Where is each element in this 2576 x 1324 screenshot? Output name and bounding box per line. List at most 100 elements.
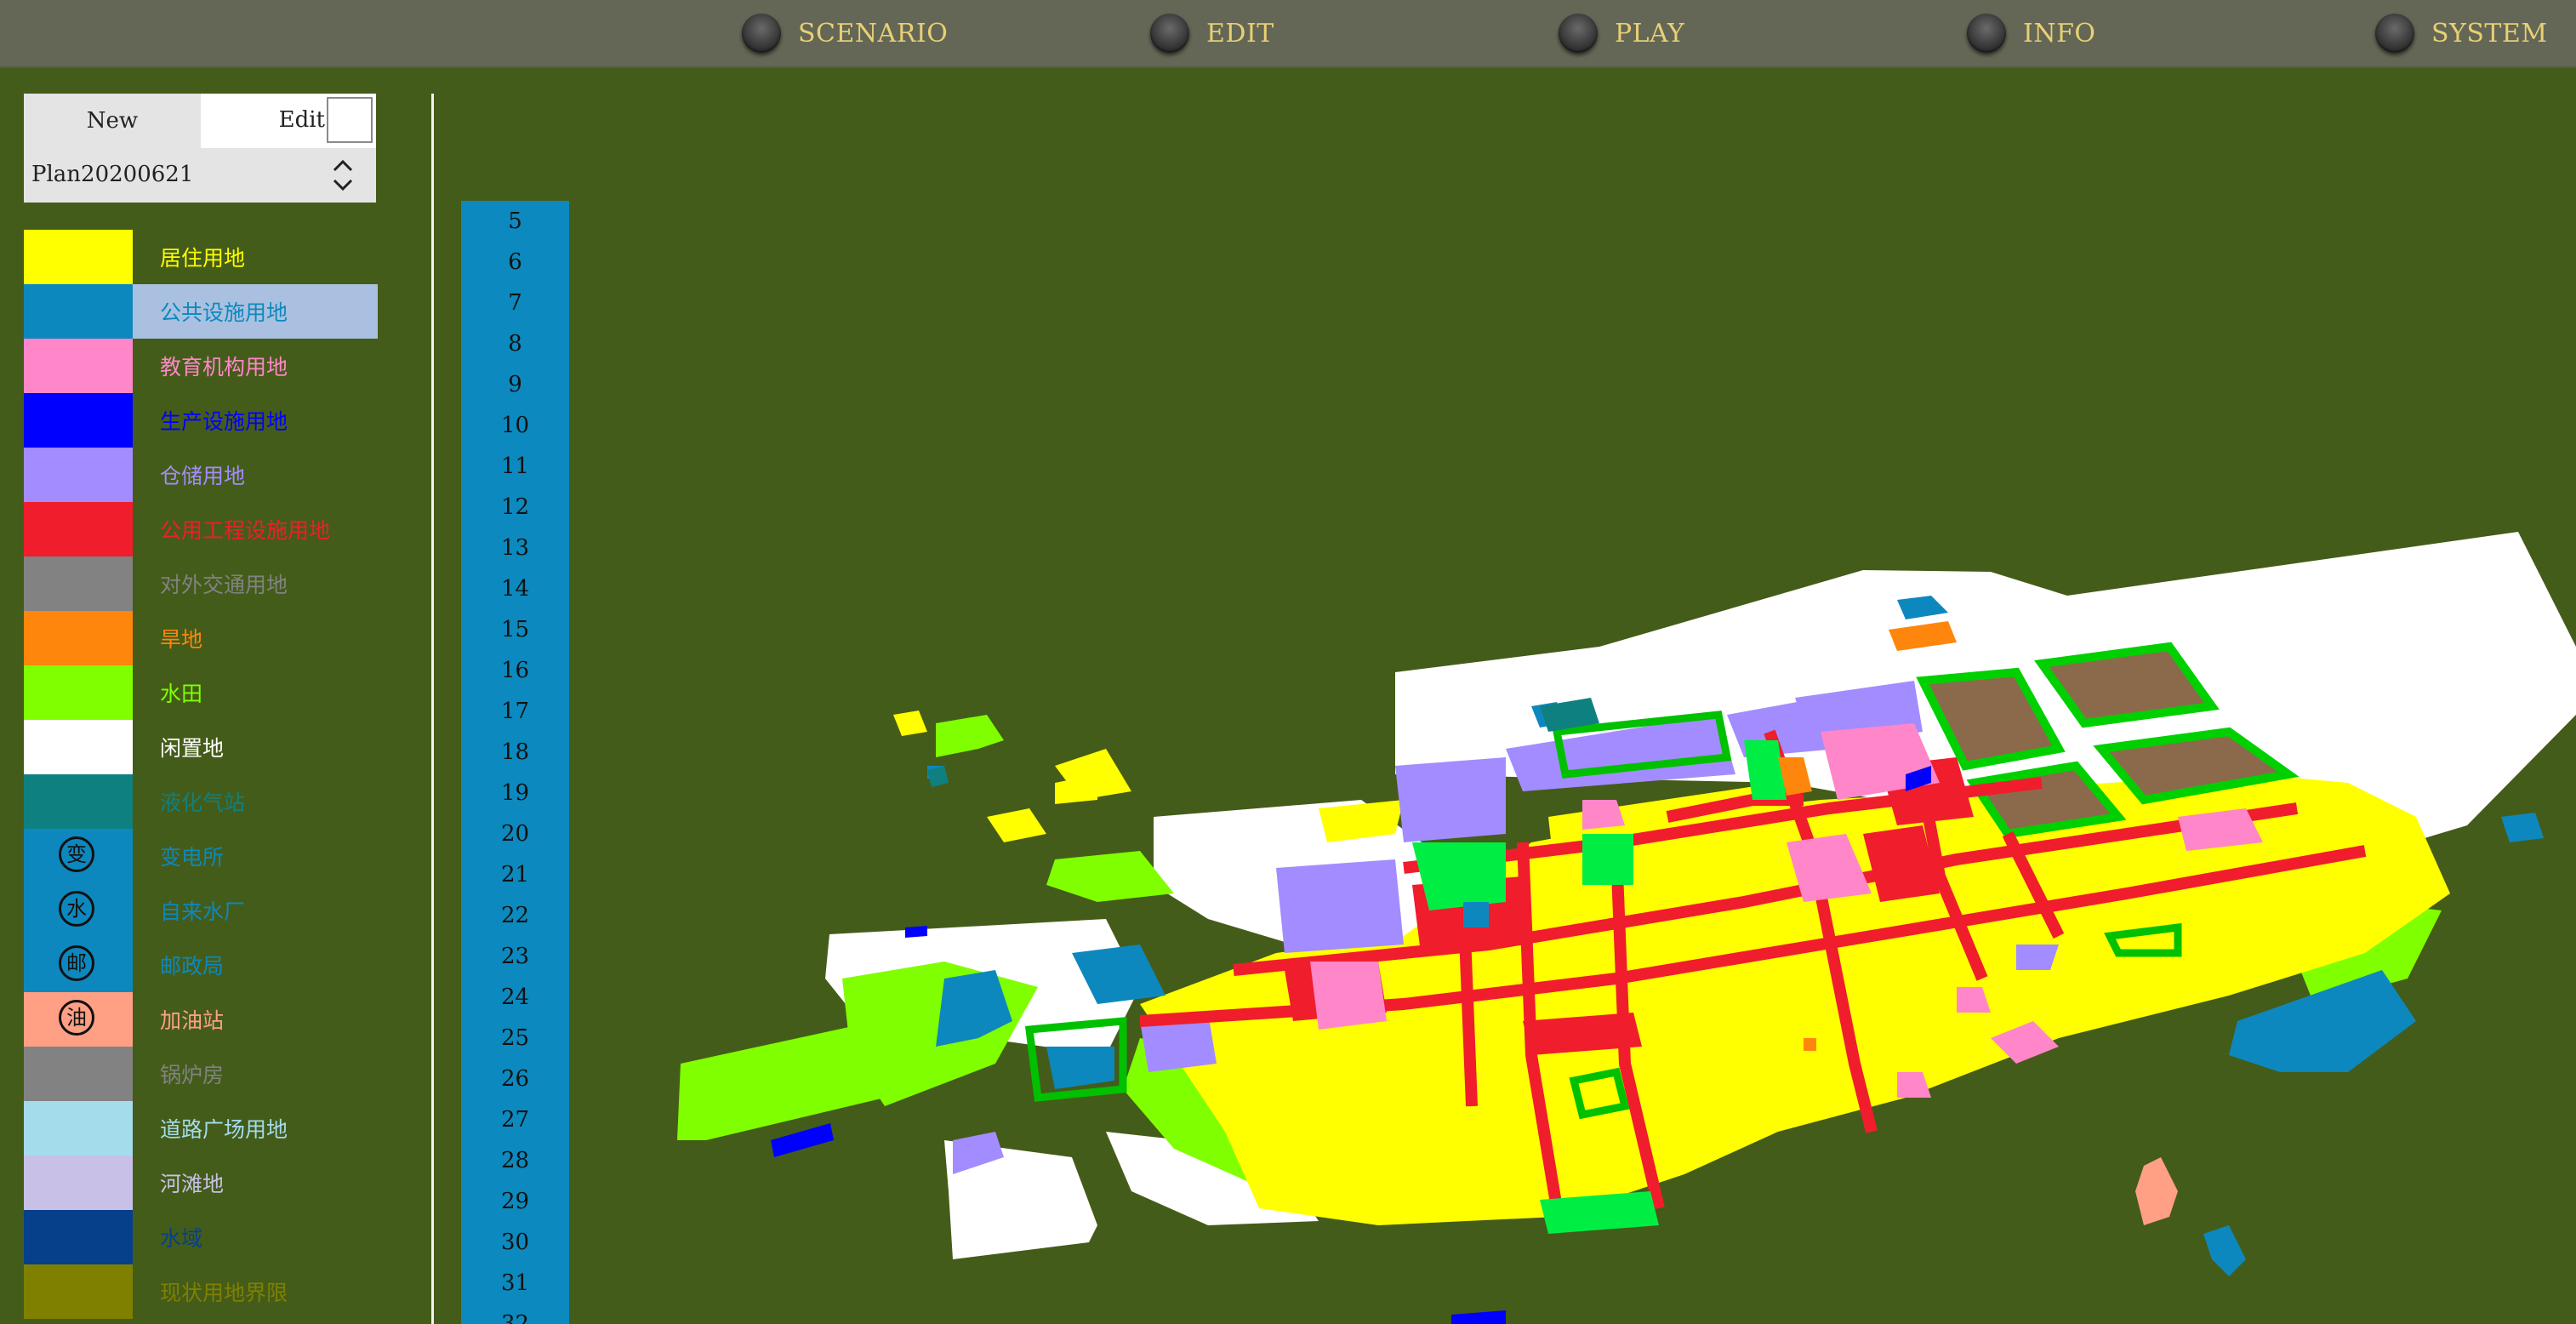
legend-label: 自来水厂 [160,899,246,924]
legend-item[interactable]: 邮 邮政局 [24,938,378,992]
ruler-row-number[interactable]: 18 [461,732,569,773]
ruler-row-number[interactable]: 13 [461,528,569,568]
legend-item[interactable]: 水 自来水厂 [24,883,378,938]
up-down-chevron-icon[interactable] [330,157,356,194]
ruler-row-number[interactable]: 17 [461,691,569,732]
ruler-row-number[interactable]: 7 [461,282,569,323]
ruler-row-number[interactable]: 28 [461,1140,569,1181]
legend-item[interactable]: 水域 [24,1210,378,1264]
ruler-row-number[interactable]: 20 [461,813,569,854]
edit-checkbox[interactable] [327,97,373,143]
legend-label: 河滩地 [160,1172,225,1196]
legend-item[interactable]: 油 加油站 [24,992,378,1047]
gas-station-layer [2135,1157,2178,1225]
legend-item[interactable]: 闲置地 [24,720,378,774]
ruler-row-number[interactable]: 16 [461,650,569,691]
land-use-map-view[interactable] [596,68,2576,1324]
legend-label: 旱地 [160,627,203,652]
edit-plan-button[interactable]: Edit [201,94,376,148]
legend-item[interactable]: 对外交通用地 [24,556,378,611]
legend-item[interactable]: 仓储用地 [24,448,378,502]
ruler-row-number[interactable]: 15 [461,609,569,650]
ruler-row-number[interactable]: 26 [461,1059,569,1099]
menu-play-label: PLAY [1615,18,1685,49]
legend-item[interactable]: 教育机构用地 [24,339,378,393]
legend-label: 锅炉房 [160,1063,225,1087]
legend-label: 公共设施用地 [160,300,288,325]
ruler-row-number[interactable]: 14 [461,568,569,609]
menu-info[interactable]: INFO [1967,0,2096,66]
menu-scenario-label: SCENARIO [798,18,949,49]
ruler-row-number[interactable]: 21 [461,854,569,895]
legend-label: 液化气站 [160,790,246,815]
legend-label: 水域 [160,1226,203,1251]
plan-selector[interactable]: Plan20200621 [24,148,376,203]
legend-item[interactable]: 河滩地 [24,1156,378,1210]
legend-label: 公用工程设施用地 [160,518,331,543]
legend-label: 居住用地 [160,246,246,271]
ruler-row-number[interactable]: 22 [461,895,569,936]
edit-plan-label: Edit [278,107,325,133]
legend-item[interactable]: 现状用地界限 [24,1264,378,1319]
ruler-row-number[interactable]: 29 [461,1181,569,1222]
menu-system[interactable]: SYSTEM [2375,0,2548,66]
legend-swatch [24,502,133,556]
menu-edit-label: EDIT [1206,18,1274,49]
ruler-row-number[interactable]: 9 [461,364,569,405]
ruler-row-number[interactable]: 30 [461,1222,569,1263]
legend-item[interactable]: 公共设施用地 [24,284,378,339]
legend-item[interactable]: 居住用地 [24,230,378,284]
legend-swatch [24,1101,133,1156]
ruler-row-number[interactable]: 23 [461,936,569,977]
legend-item[interactable]: 生产设施用地 [24,393,378,448]
menu-play[interactable]: PLAY [1559,0,1684,66]
legend-item[interactable]: 道路广场用地 [24,1101,378,1156]
legend-swatch [24,448,133,502]
menu-knob-icon [1967,14,2006,53]
plan-controls: New Edit Plan20200621 [24,94,376,203]
legend-label: 加油站 [160,1008,225,1033]
legend-item[interactable]: 水田 [24,665,378,720]
legend-label: 对外交通用地 [160,573,288,597]
ruler-row-number[interactable]: 12 [461,487,569,528]
ruler-row-number[interactable]: 11 [461,446,569,487]
legend-label: 变电所 [160,845,225,870]
legend-label: 道路广场用地 [160,1117,288,1142]
ruler-row-number[interactable]: 8 [461,323,569,364]
ruler-row-number[interactable]: 6 [461,242,569,282]
legend-item[interactable]: 旱地 [24,611,378,665]
legend-swatch: 变 [24,829,133,883]
legend-swatch [24,720,133,774]
ruler-row-number[interactable]: 10 [461,405,569,446]
menu-knob-icon [2375,14,2414,53]
menu-system-label: SYSTEM [2431,18,2548,49]
legend-item[interactable]: 液化气站 [24,774,378,829]
legend-swatch: 油 [24,992,133,1047]
facility-glyph-icon: 水 [59,891,94,927]
ruler-row-number[interactable]: 5 [461,201,569,242]
facility-glyph-icon: 变 [59,836,94,872]
legend-swatch [24,774,133,829]
legend-label: 教育机构用地 [160,355,288,380]
legend-swatch [24,556,133,611]
menu-knob-icon [1150,14,1189,53]
menu-knob-icon [1559,14,1598,53]
legend-item[interactable]: 变 变电所 [24,829,378,883]
facility-glyph-icon: 邮 [59,945,94,981]
plan-name: Plan20200621 [31,162,194,187]
row-number-ruler[interactable]: 5 6 7 8 9 10 11 12 13 14 15 16 17 18 19 20 21 22 23 24 25 26 2… [461,201,569,1324]
legend-item[interactable]: 锅炉房 [24,1047,378,1101]
menu-scenario[interactable]: SCENARIO [742,0,948,66]
legend-swatch: 水 [24,883,133,938]
ruler-row-number[interactable]: 25 [461,1018,569,1059]
menu-edit[interactable]: EDIT [1150,0,1274,66]
ruler-row-number[interactable]: 27 [461,1099,569,1140]
new-plan-button[interactable]: New [24,94,201,148]
ruler-row-number[interactable]: 32 [461,1304,569,1324]
legend-swatch [24,393,133,448]
ruler-row-number[interactable]: 24 [461,977,569,1018]
legend-item[interactable]: 公用工程设施用地 [24,502,378,556]
ruler-row-number[interactable]: 19 [461,773,569,813]
ruler-row-number[interactable]: 31 [461,1263,569,1304]
top-menu-bar: SCENARIO EDIT PLAY INFO SYSTEM [0,0,2576,68]
